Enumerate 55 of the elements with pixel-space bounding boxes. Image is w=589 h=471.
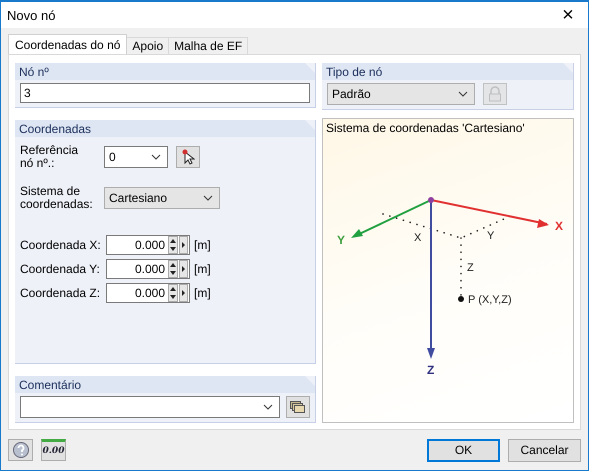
comment-library-button[interactable] <box>286 396 310 418</box>
group-title: Comentário <box>19 378 82 392</box>
close-button[interactable]: × <box>548 2 588 28</box>
chevron-icon <box>151 154 161 160</box>
chevron-icon <box>263 404 273 410</box>
window-title: Novo nó <box>7 8 56 22</box>
diagram-title: Sistema de coordenadas 'Cartesiano' <box>325 120 526 137</box>
unit-label: [m] <box>194 262 211 276</box>
group-title: Nó nº <box>19 64 49 78</box>
arrow-right-icon[interactable] <box>179 284 188 302</box>
unit-label: [m] <box>194 238 211 252</box>
component-label: Z <box>467 262 474 274</box>
units-button[interactable]: 0.00 <box>41 439 66 461</box>
coordinate-field[interactable]: 0.000 <box>106 235 190 255</box>
chevron-icon <box>458 91 468 97</box>
unit-label: [m] <box>194 286 211 300</box>
help-button[interactable] <box>8 439 33 461</box>
system-dropdown[interactable]: Cartesiano <box>104 187 220 209</box>
origin-dot <box>428 197 434 203</box>
reference-label: Referência nó nº.: <box>20 144 80 170</box>
arrow-right-icon[interactable] <box>179 236 188 254</box>
node-number-field[interactable]: 3 <box>20 83 310 103</box>
dialog-button[interactable]: Cancelar <box>508 438 581 462</box>
axis-label: Z <box>427 363 434 377</box>
cursor-icon <box>181 149 195 165</box>
coordinate-field[interactable]: 0.000 <box>106 259 190 279</box>
group-title: Coordenadas <box>19 122 92 136</box>
axis-label: X <box>555 219 564 233</box>
spinner-icon[interactable] <box>168 260 178 278</box>
spinner-icon[interactable] <box>168 236 178 254</box>
dialog-button[interactable]: OK <box>427 438 500 462</box>
point-dot <box>458 296 464 302</box>
tab[interactable]: Malha de EF <box>168 37 248 54</box>
axis-label: Y <box>337 233 346 247</box>
help-icon <box>12 441 30 459</box>
lock-icon <box>488 86 502 102</box>
component-label: X <box>414 232 422 244</box>
stacked-windows-icon <box>290 401 306 413</box>
pick-cursor-button[interactable] <box>176 146 200 168</box>
tab[interactable]: Apoio <box>126 37 170 54</box>
spinner-icon[interactable] <box>168 284 178 302</box>
reference-combo[interactable]: 0 <box>104 146 168 168</box>
coordinate-field[interactable]: 0.000 <box>106 283 190 303</box>
coordinate-label: Coordenada X: <box>20 238 102 252</box>
node-type-dropdown[interactable]: Padrão <box>327 83 475 105</box>
system-label: Sistema de coordenadas: <box>20 185 94 211</box>
point-label: P (X,Y,Z) <box>468 294 512 306</box>
chevron-icon <box>203 195 213 201</box>
group-title: Tipo de nó <box>326 64 382 78</box>
tab[interactable]: Coordenadas do nó <box>8 34 128 54</box>
coordinate-label: Coordenada Y: <box>20 262 101 276</box>
coordinate-label: Coordenada Z: <box>20 286 102 300</box>
arrow-right-icon[interactable] <box>179 260 188 278</box>
component-label: Y <box>487 230 494 242</box>
comment-field[interactable] <box>20 396 280 418</box>
